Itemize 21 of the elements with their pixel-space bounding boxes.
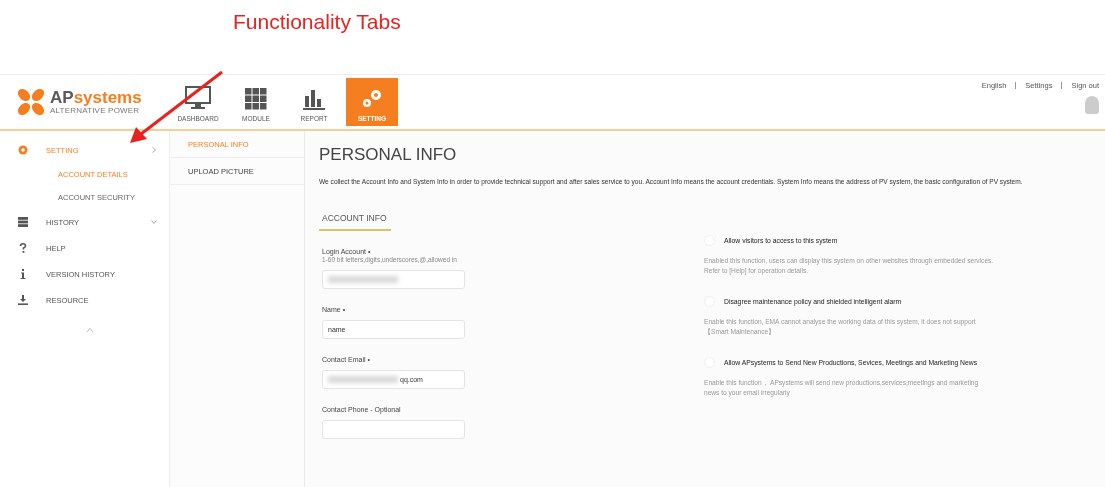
logo-icon [16, 87, 46, 117]
info-icon [18, 269, 28, 279]
logo-tagline: ALTERNATIVE POWER [50, 105, 140, 116]
page-title: PERSONAL INFO [319, 145, 458, 165]
section-heading: ACCOUNT INFO [319, 213, 391, 232]
input-field[interactable] [322, 420, 465, 440]
download-icon [18, 295, 28, 305]
help-icon [18, 243, 28, 253]
collapse-icon[interactable] [86, 327, 94, 333]
avatar-icon[interactable] [1085, 96, 1099, 114]
logo-wordmark: APsystems [50, 88, 142, 106]
database-icon [18, 217, 28, 227]
gears-icon [360, 88, 384, 110]
grid-icon [245, 88, 267, 110]
bar-chart-icon [303, 88, 325, 110]
gear-icon [18, 145, 28, 155]
monitor-icon [185, 86, 211, 110]
annotation-label: Functionality Tabs [233, 10, 401, 34]
chevron-icon [151, 219, 157, 225]
chevron-icon [151, 147, 157, 153]
input-field[interactable] [322, 270, 465, 290]
